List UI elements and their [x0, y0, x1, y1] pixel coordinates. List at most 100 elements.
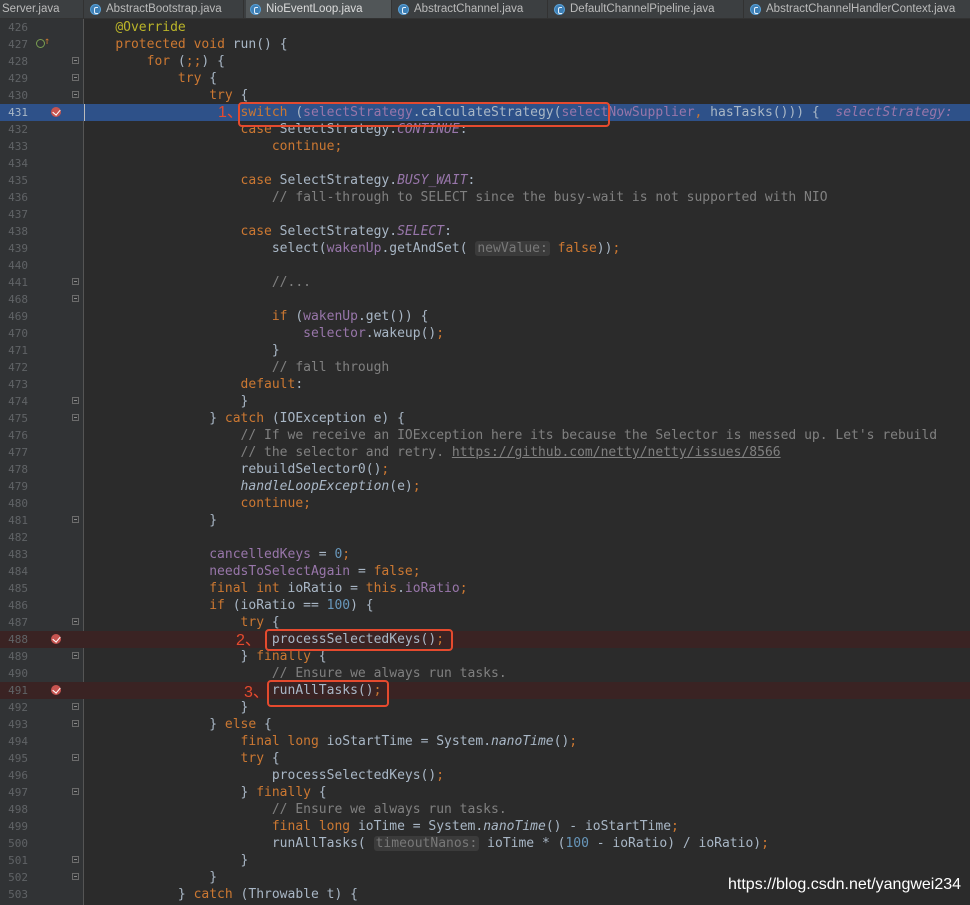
tab-abstractchannel-java[interactable]: AbstractChannel.java [394, 0, 548, 18]
code-text: default: [240, 377, 304, 392]
line-number: 478 [8, 463, 28, 476]
code-line[interactable]: 477 // the selector and retry. https://g… [0, 444, 970, 461]
code-line[interactable]: 426 @Override [0, 19, 970, 36]
code-line[interactable]: 468 [0, 291, 970, 308]
code-line[interactable]: 428 for (;;) { [0, 53, 970, 70]
code-text: select(wakenUp.getAndSet( newValue: fals… [84, 241, 621, 256]
code-line[interactable]: 429 try { [0, 70, 970, 87]
code-line[interactable]: 469 if (wakenUp.get()) { [0, 308, 970, 325]
fold-toggle-icon[interactable] [72, 652, 79, 659]
code-line[interactable]: 485 final int ioRatio = this.ioRatio; [0, 580, 970, 597]
breakpoint-icon[interactable] [51, 634, 61, 644]
code-line[interactable]: 491 runAllTasks(); [0, 682, 970, 699]
code-line[interactable]: 479 handleLoopException(e); [0, 478, 970, 495]
line-number: 491 [8, 684, 28, 697]
code-line[interactable]: 434 [0, 155, 970, 172]
line-number: 440 [8, 259, 28, 272]
fold-toggle-icon[interactable] [72, 720, 79, 727]
code-line[interactable]: 493 } else { [0, 716, 970, 733]
line-number: 502 [8, 871, 28, 884]
code-line[interactable]: 492 } [0, 699, 970, 716]
code-line[interactable]: 440 [0, 257, 970, 274]
code-text: rebuildSelector0(); [84, 462, 390, 477]
code-line[interactable]: 470 selector.wakeup(); [0, 325, 970, 342]
fold-toggle-icon[interactable] [72, 873, 79, 880]
code-text: final long ioTime = System.nanoTime() - … [271, 819, 679, 834]
code-line[interactable]: 496 processSelectedKeys(); [0, 767, 970, 784]
code-text: @Override [115, 20, 186, 35]
tab-server-java[interactable]: Server.java [0, 0, 84, 18]
code-line[interactable]: 486 if (ioRatio == 100) { [0, 597, 970, 614]
code-text: try { [240, 615, 280, 630]
code-line[interactable]: 483 cancelledKeys = 0; [0, 546, 970, 563]
code-line[interactable]: 439 select(wakenUp.getAndSet( newValue: … [0, 240, 970, 257]
code-line[interactable]: 489 } finally { [0, 648, 970, 665]
tab-defaultchannelpipeline-java[interactable]: DefaultChannelPipeline.java [550, 0, 744, 18]
code-line[interactable]: 487 try { [0, 614, 970, 631]
code-line[interactable]: 474 } [0, 393, 970, 410]
tab-nioeventloop-java[interactable]: NioEventLoop.java [246, 0, 392, 18]
code-line[interactable]: 495 try { [0, 750, 970, 767]
line-number: 481 [8, 514, 28, 527]
fold-toggle-icon[interactable] [72, 74, 79, 81]
code-line[interactable]: 484 needsToSelectAgain = false; [0, 563, 970, 580]
code-line[interactable]: 436 // fall-through to SELECT since the … [0, 189, 970, 206]
line-number: 436 [8, 191, 28, 204]
breakpoint-icon[interactable] [51, 107, 61, 117]
fold-toggle-icon[interactable] [72, 57, 79, 64]
code-line[interactable]: 481 } [0, 512, 970, 529]
code-line[interactable]: 472 // fall through [0, 359, 970, 376]
code-line[interactable]: 427 ↑ protected void run() { [0, 36, 970, 53]
fold-toggle-icon[interactable] [72, 754, 79, 761]
code-line[interactable]: 435 case SelectStrategy.BUSY_WAIT: [0, 172, 970, 189]
fold-toggle-icon[interactable] [72, 516, 79, 523]
code-line[interactable]: 478 rebuildSelector0(); [0, 461, 970, 478]
code-text: case SelectStrategy.SELECT: [240, 224, 452, 239]
code-line[interactable]: 437 [0, 206, 970, 223]
java-class-icon [90, 3, 101, 15]
code-line[interactable]: 499 final long ioTime = System.nanoTime(… [0, 818, 970, 835]
breakpoint-icon[interactable] [51, 685, 61, 695]
code-line[interactable]: 501 } [0, 852, 970, 869]
code-line[interactable]: 441 //... [0, 274, 970, 291]
tab-abstractbootstrap-java[interactable]: AbstractBootstrap.java [86, 0, 244, 18]
code-line[interactable]: 488 processSelectedKeys(); [0, 631, 970, 648]
code-line[interactable]: 473 default: [0, 376, 970, 393]
implements-arrow-icon[interactable]: ↑ [44, 37, 50, 47]
fold-toggle-icon[interactable] [72, 414, 79, 421]
code-line[interactable]: 482 [0, 529, 970, 546]
code-line[interactable]: 438 case SelectStrategy.SELECT: [0, 223, 970, 240]
code-editor[interactable]: 426 @Override 427 ↑ protected void run() {… [0, 19, 970, 905]
code-line[interactable]: 498 // Ensure we always run tasks. [0, 801, 970, 818]
code-line[interactable]: 500 runAllTasks( timeoutNanos: ioTime * … [0, 835, 970, 852]
java-class-icon [554, 3, 565, 15]
annotation-box-process-selected-keys [265, 629, 453, 651]
fold-toggle-icon[interactable] [72, 91, 79, 98]
tab-label: AbstractChannelHandlerContext.java [766, 3, 956, 15]
fold-toggle-icon[interactable] [72, 856, 79, 863]
line-number: 501 [8, 854, 28, 867]
code-text: final long ioStartTime = System.nanoTime… [240, 734, 578, 749]
code-line[interactable]: 480 continue; [0, 495, 970, 512]
fold-toggle-icon[interactable] [72, 618, 79, 625]
fold-toggle-icon[interactable] [72, 278, 79, 285]
line-number: 482 [8, 531, 28, 544]
code-line[interactable]: 476 // If we receive an IOException here… [0, 427, 970, 444]
fold-toggle-icon[interactable] [72, 397, 79, 404]
code-text: } [84, 513, 218, 528]
code-line[interactable]: 497 } finally { [0, 784, 970, 801]
code-line[interactable]: 475 } catch (IOException e) { [0, 410, 970, 427]
tab-label: AbstractChannel.java [414, 3, 524, 15]
code-line[interactable]: 490 // Ensure we always run tasks. [0, 665, 970, 682]
fold-toggle-icon[interactable] [72, 295, 79, 302]
code-line[interactable]: 433 continue; [0, 138, 970, 155]
code-line[interactable]: 471 } [0, 342, 970, 359]
fold-toggle-icon[interactable] [72, 703, 79, 710]
line-number: 493 [8, 718, 28, 731]
code-text: if (ioRatio == 100) { [209, 598, 374, 613]
annotation-step-2: 2、 [236, 632, 261, 649]
code-text: } [84, 394, 249, 409]
code-line[interactable]: 494 final long ioStartTime = System.nano… [0, 733, 970, 750]
fold-toggle-icon[interactable] [72, 788, 79, 795]
tab-abstractchannelhandlercontext-java[interactable]: AbstractChannelHandlerContext.java [746, 0, 970, 18]
